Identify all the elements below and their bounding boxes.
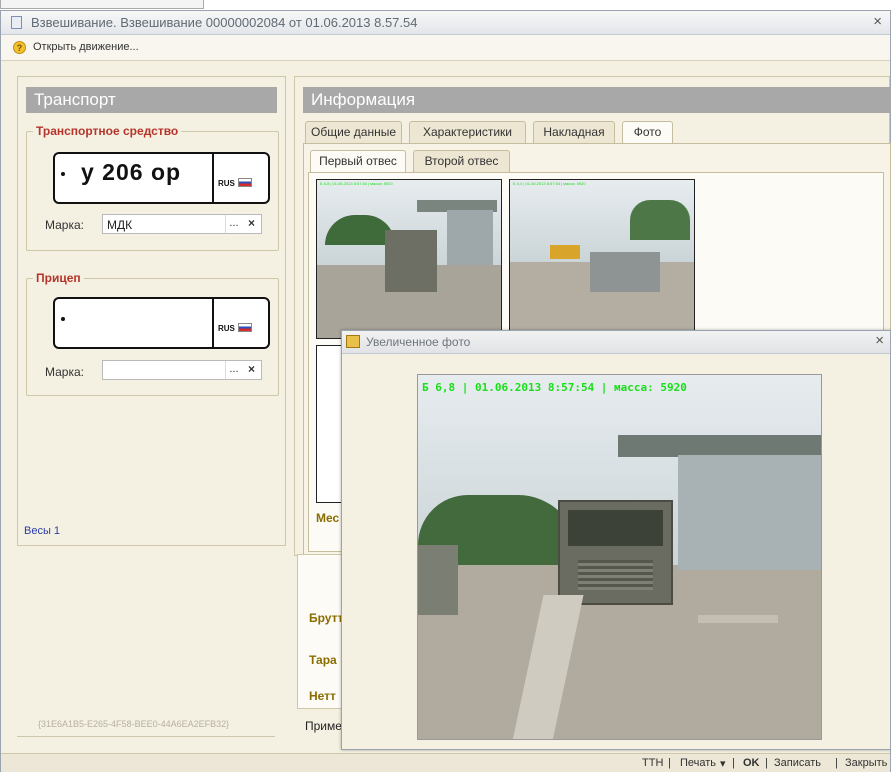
tare-label: Тара <box>309 653 337 667</box>
dialog-icon <box>346 335 360 348</box>
scales-link[interactable]: Весы 1 <box>24 525 60 537</box>
tab-waybill[interactable]: Накладная <box>533 121 615 143</box>
photo-barrier <box>698 615 778 623</box>
save-button[interactable]: Записать <box>774 757 821 769</box>
enlarged-photo: Б 6,8 | 01.06.2013 8:57:54 | масса: 5920 <box>417 374 822 740</box>
separator: | <box>835 757 838 769</box>
trailer-brand-select-button[interactable]: ... <box>225 361 242 379</box>
photo-overlay-text: Б 6,8 | 01.06.2013 8:57:54 | масса: 5920 <box>422 381 687 394</box>
separator: | <box>765 757 768 769</box>
tab-general[interactable]: Общие данные <box>305 121 402 143</box>
trailer-brand-field[interactable]: ... × <box>102 360 262 380</box>
plate-divider <box>212 154 214 202</box>
gross-label: Брутт <box>309 611 344 625</box>
ok-button[interactable]: OK <box>743 757 760 769</box>
transport-panel: Транспорт Транспортное средство у 206 ор… <box>17 76 286 546</box>
top-strip <box>0 0 891 10</box>
footer-divider <box>17 736 275 737</box>
ttn-button[interactable]: ТТН <box>642 757 663 769</box>
trailer-group: Прицеп RUS Марка: ... × <box>26 271 279 396</box>
russia-flag-icon <box>238 323 252 332</box>
vehicle-brand-select-button[interactable]: ... <box>225 215 242 233</box>
tab-characteristics[interactable]: Характеристики <box>409 121 526 143</box>
separator: | <box>732 757 735 769</box>
photo-booth <box>678 455 821 570</box>
dialog-close-button[interactable]: × <box>875 332 884 349</box>
window-title: Взвешивание. Взвешивание 00000002084 от … <box>31 15 418 30</box>
title-bar: Взвешивание. Взвешивание 00000002084 от … <box>1 11 890 35</box>
close-button[interactable]: Закрыть <box>845 757 887 769</box>
subtab-second-weighing[interactable]: Второй отвес <box>413 150 510 172</box>
toolbar: ? Открыть движение... <box>1 35 890 61</box>
photo-thumbnail-2[interactable]: Б 0,4 | 01.06.2013 8:57:54 | масса: 5920 <box>509 179 695 339</box>
status-bar: ТТН | Печать ▾ | OK | Записать | Закрыть <box>1 753 890 772</box>
dialog-title-bar: Увеличенное фото × <box>342 331 890 354</box>
note-label: Приме <box>305 719 342 733</box>
trailer-plate: RUS <box>53 297 270 349</box>
photo-canopy <box>618 435 821 457</box>
vehicle-group: Транспортное средство у 206 ор RUS Марка… <box>26 124 279 251</box>
help-icon[interactable]: ? <box>13 41 26 54</box>
plate-bolt-icon <box>61 317 65 321</box>
thumb-booth <box>590 252 660 292</box>
print-dropdown-icon[interactable]: ▾ <box>720 757 726 770</box>
separator: | <box>668 757 671 769</box>
trailer-group-label: Прицеп <box>33 271 84 285</box>
document-icon <box>11 16 22 29</box>
plate-country: RUS <box>218 324 235 333</box>
photo-thumbnail-1[interactable]: Б 6,8 | 01.06.2013 8:57:54 | масса: 5920 <box>316 179 502 339</box>
photo-truck-grille <box>578 560 653 590</box>
thumb-overlay-text: Б 0,4 | 01.06.2013 8:57:54 | масса: 5920 <box>513 181 586 186</box>
thumb-yellow-truck <box>550 245 580 259</box>
photo-truck-windshield <box>568 510 663 546</box>
record-guid: {31E6A1B5-E265-4F58-BEE0-44A6EA2EFB32} <box>38 719 230 729</box>
thumb-trees <box>630 200 690 240</box>
tab-photo[interactable]: Фото <box>622 121 673 143</box>
subtab-first-weighing[interactable]: Первый отвес <box>310 150 406 172</box>
vehicle-brand-clear-button[interactable]: × <box>244 215 259 233</box>
dialog-title: Увеличенное фото <box>366 335 471 349</box>
net-label: Нетт <box>309 689 336 703</box>
trailer-brand-clear-button[interactable]: × <box>244 361 259 379</box>
window-close-button[interactable]: × <box>873 13 882 30</box>
vehicle-brand-label: Марка: <box>45 218 84 232</box>
enlarged-photo-dialog: Увеличенное фото × Б 6,8 | 01.06.2013 8:… <box>341 330 891 750</box>
thumb-overlay-text: Б 6,8 | 01.06.2013 8:57:54 | масса: 5920 <box>320 181 393 186</box>
open-movement-link[interactable]: Открыть движение... <box>33 41 139 53</box>
plate-divider <box>212 299 214 347</box>
vehicle-brand-field[interactable]: МДК ... × <box>102 214 262 234</box>
top-strip-tab <box>0 0 204 9</box>
vehicle-group-label: Транспортное средство <box>33 124 182 138</box>
vehicle-brand-value: МДК <box>107 218 133 232</box>
vehicle-plate: у 206 ор RUS <box>53 152 270 204</box>
thumb-booth <box>447 210 493 265</box>
print-button[interactable]: Печать <box>680 757 716 769</box>
trailer-brand-label: Марка: <box>45 365 84 379</box>
information-header: Информация <box>303 87 891 113</box>
russia-flag-icon <box>238 178 252 187</box>
transport-header: Транспорт <box>26 87 277 113</box>
photo-left-vehicle <box>418 545 458 615</box>
plate-country: RUS <box>218 179 235 188</box>
thumb-truck <box>385 230 437 292</box>
photo-caption-label: Мес <box>316 511 340 525</box>
plate-bolt-icon <box>61 172 65 176</box>
vehicle-plate-number: у 206 ор <box>81 159 182 185</box>
